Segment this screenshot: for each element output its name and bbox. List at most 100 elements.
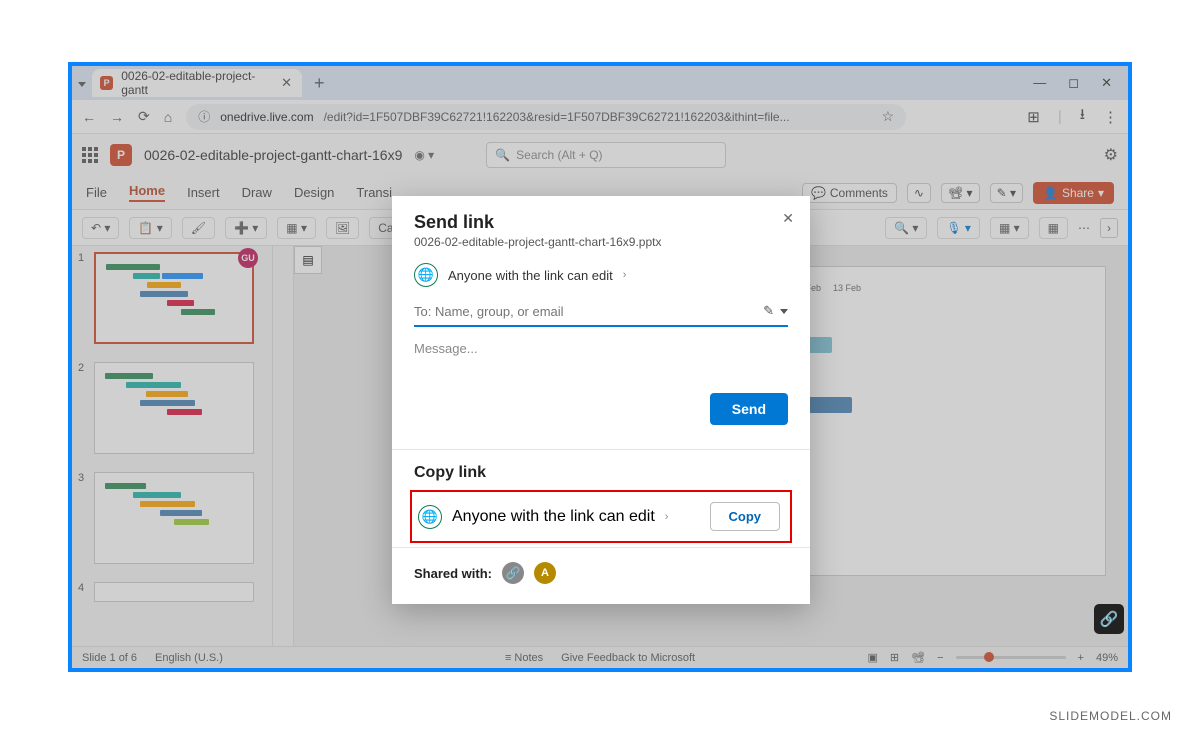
picture-button[interactable]: 🖼 (326, 217, 359, 239)
globe-icon: 🌐 (414, 263, 438, 287)
window-controls: — ◻ ✕ (1033, 75, 1122, 91)
copy-button[interactable]: Copy (710, 502, 781, 531)
home-page-icon[interactable]: ⌂ (164, 109, 172, 125)
share-dialog: ✕ Send link 0026-02-editable-project-gan… (392, 196, 810, 604)
undo-button[interactable]: ↶ ▾ (82, 217, 119, 239)
chevron-down-icon[interactable] (780, 306, 788, 317)
url-host: onedrive.live.com (220, 110, 313, 124)
message-input[interactable]: Message... (414, 341, 788, 389)
copy-permission-text[interactable]: Anyone with the link can edit (452, 508, 655, 526)
language-indicator[interactable]: English (U.S.) (155, 652, 223, 664)
permission-text: Anyone with the link can edit (448, 268, 613, 283)
layout-button[interactable]: ▦ ▾ (277, 217, 316, 239)
zoom-out-icon[interactable]: − (937, 652, 943, 664)
ribbon-collapse-icon[interactable]: › (1100, 218, 1118, 238)
addins-button[interactable]: ▦ (1039, 217, 1068, 239)
edit-permission-icon[interactable]: ✎ (763, 303, 774, 319)
slide-number: 4 (78, 582, 88, 602)
forward-icon[interactable]: → (110, 109, 124, 125)
send-button[interactable]: Send (710, 393, 788, 425)
cloud-sync-icon[interactable]: ◉ ▾ (414, 148, 434, 162)
globe-icon: 🌐 (418, 505, 442, 529)
more-commands-icon[interactable]: ⋯ (1078, 221, 1090, 235)
slide-thumbnail-2[interactable] (94, 362, 254, 454)
maximize-icon[interactable]: ◻ (1068, 75, 1079, 91)
catch-up-button[interactable]: ∿ (907, 183, 931, 203)
tab-title: 0026-02-editable-project-gantt (121, 69, 273, 97)
copy-link-heading: Copy link (392, 450, 810, 490)
slide-number: 1 (78, 252, 88, 344)
slide-number: 3 (78, 472, 88, 564)
settings-gear-icon[interactable]: ⚙ (1104, 145, 1118, 165)
dialog-title: Send link (414, 212, 788, 233)
status-bar: Slide 1 of 6 English (U.S.) ≡ Notes Give… (72, 646, 1128, 668)
zoom-percent[interactable]: 49% (1096, 652, 1118, 664)
app-title-bar: P 0026-02-editable-project-gantt-chart-1… (72, 134, 1128, 176)
comments-button[interactable]: 💬 Comments (802, 183, 897, 203)
normal-view-icon[interactable]: ▣ (868, 651, 878, 664)
find-button[interactable]: 🔍 ▾ (885, 217, 927, 239)
watermark: SLIDEMODEL.COM (1049, 709, 1172, 723)
app-launcher-icon[interactable] (82, 147, 98, 163)
slide-thumbnails-panel: 1 GU 2 (72, 246, 272, 646)
tab-draw[interactable]: Draw (242, 185, 272, 200)
tab-file[interactable]: File (86, 185, 107, 200)
dictate-button[interactable]: 🎙 ▾ (937, 217, 980, 239)
outline-toggle-icon[interactable]: ▤ (294, 246, 322, 274)
tab-search-icon[interactable] (78, 74, 86, 92)
chevron-right-icon: › (665, 511, 669, 523)
paste-button[interactable]: 📋 ▾ (129, 217, 171, 239)
reload-icon[interactable]: ⟳ (138, 108, 150, 125)
search-placeholder: Search (Alt + Q) (516, 148, 602, 162)
share-button[interactable]: 👤 Share ▾ (1033, 182, 1114, 204)
zoom-in-icon[interactable]: + (1078, 652, 1084, 664)
close-window-icon[interactable]: ✕ (1101, 75, 1112, 91)
browser-menu-icon[interactable]: ⋮ (1103, 108, 1118, 126)
present-button[interactable]: 📽 ▾ (941, 183, 980, 203)
tab-home[interactable]: Home (129, 183, 165, 202)
designer-button[interactable]: ▦ ▾ (990, 217, 1029, 239)
powerpoint-favicon-icon: P (100, 76, 113, 90)
search-icon: 🔍 (495, 148, 510, 162)
search-box[interactable]: 🔍 Search (Alt + Q) (486, 142, 726, 168)
site-info-icon[interactable]: ⓘ (198, 108, 210, 125)
link-permissions-badge-icon[interactable]: 🔗 (1094, 604, 1124, 634)
back-icon[interactable]: ← (82, 109, 96, 125)
close-tab-icon[interactable]: ✕ (281, 75, 292, 91)
dialog-filename: 0026-02-editable-project-gantt-chart-16x… (414, 235, 788, 249)
recipients-row: ✎ (414, 303, 788, 327)
zoom-slider[interactable] (956, 656, 1066, 659)
feedback-button[interactable]: Give Feedback to Microsoft (561, 652, 695, 664)
notes-button[interactable]: ≡ Notes (505, 652, 543, 664)
recipients-input[interactable] (414, 304, 763, 319)
tab-transitions[interactable]: Transi (356, 185, 392, 200)
copy-link-row: 🌐 Anyone with the link can edit › Copy (410, 490, 792, 543)
shared-with-row: Shared with: 🔗 A (392, 548, 810, 594)
link-avatar-icon[interactable]: 🔗 (502, 562, 524, 584)
minimize-icon[interactable]: — (1033, 75, 1046, 91)
format-painter-button[interactable]: 🖌 (182, 217, 215, 239)
slide-thumbnail-1[interactable]: GU (94, 252, 254, 344)
editing-mode-button[interactable]: ✎ ▾ (990, 183, 1023, 203)
slide-thumbnail-3[interactable] (94, 472, 254, 564)
slide-thumbnail-4[interactable] (94, 582, 254, 602)
browser-tab-strip: P 0026-02-editable-project-gantt ✕ + — ◻… (72, 66, 1128, 100)
link-permission-row[interactable]: 🌐 Anyone with the link can edit › (414, 263, 788, 287)
new-slide-button[interactable]: ➕ ▾ (225, 217, 267, 239)
tab-insert[interactable]: Insert (187, 185, 220, 200)
powerpoint-logo-icon: P (110, 144, 132, 166)
slideshow-view-icon[interactable]: 📽 (911, 651, 925, 664)
user-avatar[interactable]: A (534, 562, 556, 584)
downloads-icon[interactable]: ⭳ (1080, 104, 1085, 129)
browser-tab[interactable]: P 0026-02-editable-project-gantt ✕ (92, 69, 302, 97)
close-dialog-icon[interactable]: ✕ (782, 210, 794, 227)
sorter-view-icon[interactable]: ⊞ (890, 651, 899, 664)
extensions-icon[interactable]: ⊞ (1027, 108, 1040, 126)
document-title[interactable]: 0026-02-editable-project-gantt-chart-16x… (144, 147, 402, 163)
slide-counter[interactable]: Slide 1 of 6 (82, 652, 137, 664)
address-bar: ← → ⟳ ⌂ ⓘ onedrive.live.com /edit?id=1F5… (72, 100, 1128, 134)
url-field[interactable]: ⓘ onedrive.live.com /edit?id=1F507DBF39C… (186, 104, 906, 130)
tab-design[interactable]: Design (294, 185, 334, 200)
new-tab-button[interactable]: + (308, 73, 331, 94)
bookmark-icon[interactable]: ☆ (882, 108, 895, 125)
